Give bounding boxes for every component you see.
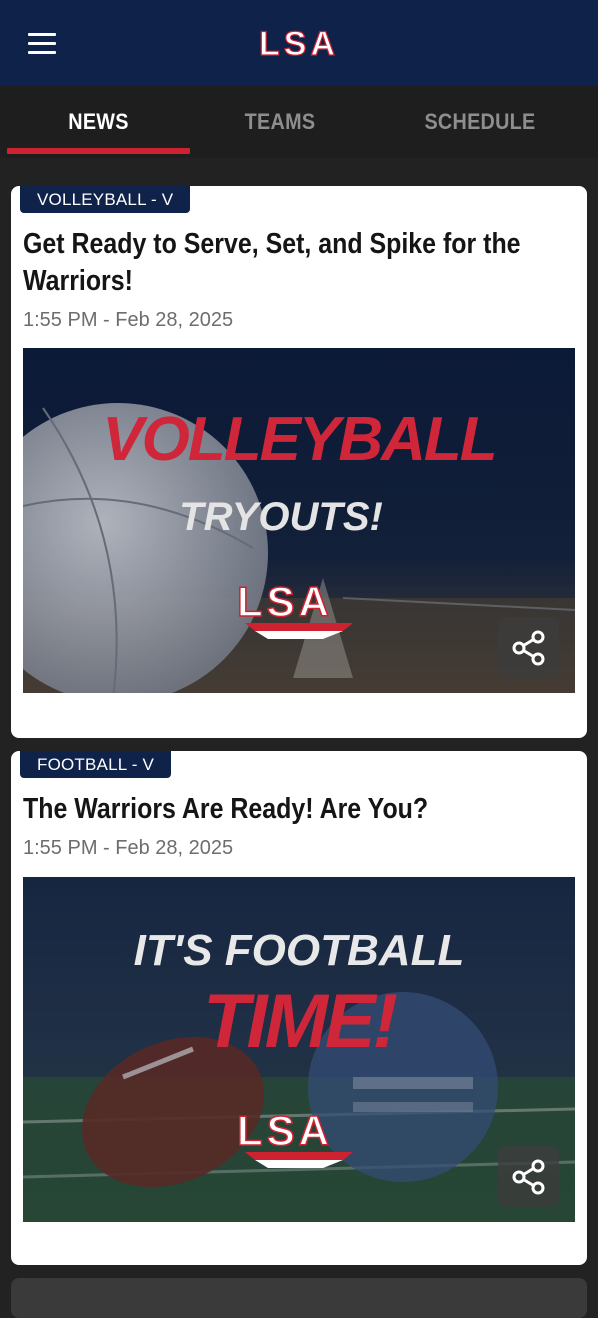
tab-schedule[interactable]: SCHEDULE	[390, 86, 570, 158]
news-card-volleyball[interactable]: VOLLEYBALL - V Get Ready to Serve, Set, …	[11, 186, 587, 738]
share-button[interactable]	[498, 617, 559, 678]
app-header: LSA	[0, 0, 598, 86]
logo-text: LSA	[259, 25, 339, 63]
image-headline: VOLLEYBALL	[102, 405, 495, 474]
image-subheadline: TIME!	[203, 979, 398, 1064]
active-tab-indicator	[7, 148, 190, 154]
article-image[interactable]: IT'S FOOTBALL TIME! LSA	[23, 877, 575, 1222]
news-card-football[interactable]: FOOTBALL - V The Warriors Are Ready! Are…	[11, 751, 587, 1265]
article-title[interactable]: Get Ready to Serve, Set, and Spike for t…	[23, 226, 563, 300]
hamburger-menu-icon[interactable]	[22, 27, 62, 59]
tab-schedule-label: SCHEDULE	[424, 109, 536, 134]
article-time: 1:55 PM - Feb 28, 2025	[23, 309, 234, 331]
football-graphic: IT'S FOOTBALL TIME! LSA	[23, 877, 575, 1222]
tab-news-label: NEWS	[68, 109, 129, 134]
category-badge: FOOTBALL - V	[20, 751, 172, 778]
category-badge: VOLLEYBALL - V	[20, 186, 191, 213]
news-card-partial[interactable]	[11, 1278, 587, 1318]
image-headline: IT'S FOOTBALL	[134, 926, 465, 975]
share-button[interactable]	[498, 1146, 559, 1207]
tab-teams[interactable]: TEAMS	[199, 86, 361, 158]
lsa-logo: LSA	[258, 24, 339, 63]
article-image[interactable]: VOLLEYBALL TRYOUTS! LSA	[23, 348, 575, 693]
image-subheadline: TRYOUTS!	[179, 495, 383, 539]
tab-teams-label: TEAMS	[244, 109, 316, 134]
share-icon	[512, 630, 544, 665]
article-time: 1:55 PM - Feb 28, 2025	[23, 837, 234, 859]
share-icon	[512, 1159, 544, 1194]
volleyball-graphic: VOLLEYBALL TRYOUTS! LSA	[23, 348, 575, 693]
image-logo-text: LSA	[237, 1107, 333, 1154]
article-title[interactable]: The Warriors Are Ready! Are You?	[23, 791, 563, 828]
image-logo-text: LSA	[237, 578, 333, 625]
